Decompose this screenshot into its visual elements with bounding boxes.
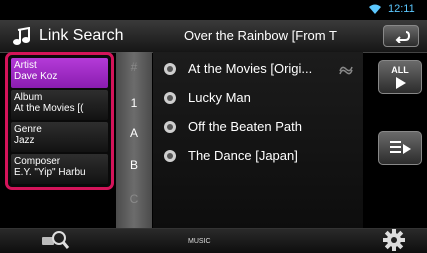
play-icon [396, 77, 406, 89]
filter-value: Dave Koz [14, 71, 58, 82]
index-b[interactable]: B [116, 158, 152, 172]
filter-composer[interactable]: Composer E.Y. "Yip" Harbu [11, 154, 108, 184]
list-item[interactable]: Off the Beaten Path [153, 113, 363, 142]
playlist-button[interactable] [378, 131, 422, 165]
index-1[interactable]: 1 [116, 96, 152, 110]
filter-label: Composer [14, 156, 61, 167]
search-icon[interactable] [40, 229, 70, 251]
filter-label: Genre [14, 124, 42, 135]
link-icon [339, 66, 353, 75]
filter-genre[interactable]: Genre Jazz [11, 122, 108, 152]
disc-icon [164, 150, 176, 162]
track-list: At the Movies [Origi... Lucky Man Off th… [153, 52, 363, 240]
track-title: At the Movies [Origi... [188, 61, 313, 76]
filter-label: Artist [14, 60, 37, 71]
filter-album[interactable]: Album At the Movies [( [11, 90, 108, 120]
play-all-button[interactable]: ALL [378, 60, 422, 94]
clock: 12:11 [388, 3, 415, 15]
index-c[interactable]: C [116, 192, 152, 206]
filter-value: E.Y. "Yip" Harbu [14, 167, 86, 178]
list-item[interactable]: Lucky Man [153, 84, 363, 113]
wifi-icon [369, 4, 381, 14]
filter-panel: Artist Dave Koz Album At the Movies [( G… [5, 52, 114, 190]
filter-artist[interactable]: Artist Dave Koz [11, 58, 108, 88]
alpha-index-bar[interactable]: # 1 A B C [116, 52, 152, 240]
list-item[interactable]: The Dance [Japan] [153, 142, 363, 171]
status-bar: 12:11 [0, 0, 427, 20]
header-bar: Link Search Over the Rainbow [From T [0, 20, 427, 53]
play-all-label: ALL [391, 65, 409, 75]
index-hash[interactable]: # [116, 60, 152, 74]
track-title: Lucky Man [188, 90, 251, 105]
page-title: Link Search [39, 27, 124, 44]
disc-icon [164, 121, 176, 133]
source-label: MUSIC [188, 238, 211, 245]
now-playing-title: Over the Rainbow [From T [184, 28, 337, 43]
return-arrow-icon [395, 31, 410, 43]
track-title: Off the Beaten Path [188, 119, 302, 134]
playlist-icon [390, 141, 411, 154]
index-a[interactable]: A [116, 126, 152, 140]
music-note-icon [13, 27, 30, 45]
filter-label: Album [14, 92, 43, 103]
disc-icon [164, 63, 176, 75]
gear-icon[interactable] [382, 228, 406, 252]
back-button[interactable] [383, 25, 419, 47]
filter-value: Jazz [14, 135, 35, 146]
disc-icon [164, 92, 176, 104]
list-item[interactable]: At the Movies [Origi... [153, 55, 363, 84]
track-title: The Dance [Japan] [188, 148, 298, 163]
filter-value: At the Movies [( [14, 103, 84, 114]
